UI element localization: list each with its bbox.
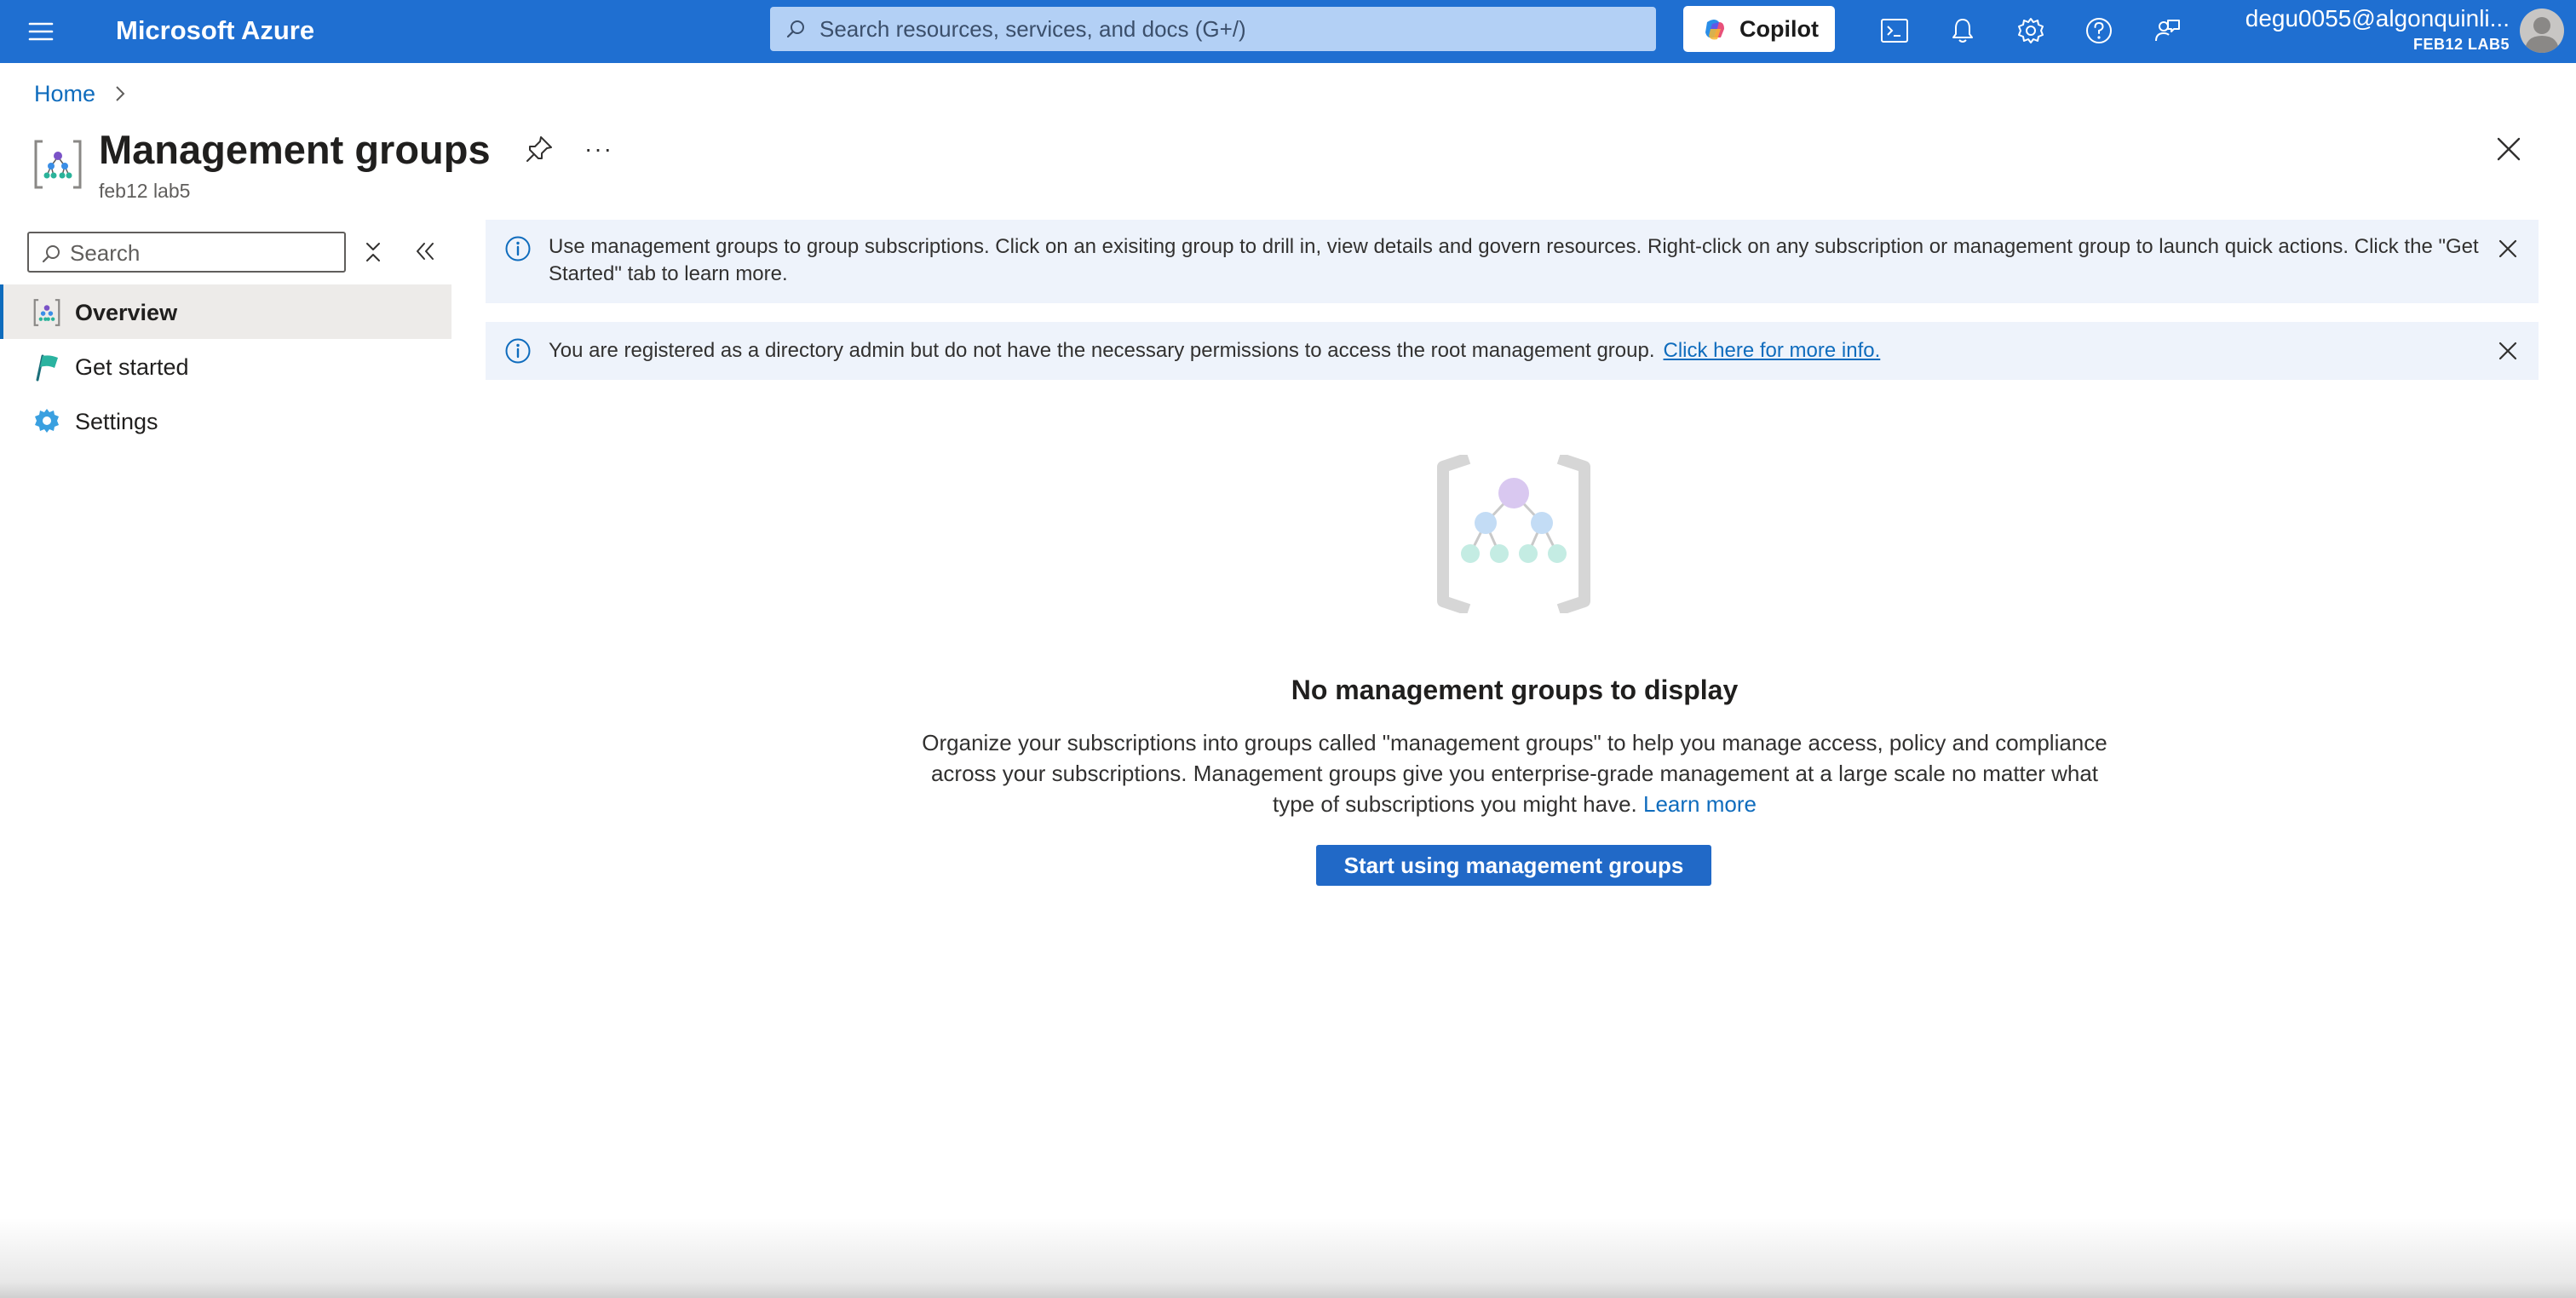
sidebar-item-overview[interactable]: Overview <box>0 284 451 339</box>
feedback-icon[interactable] <box>2148 12 2186 49</box>
gear-icon[interactable] <box>2012 12 2050 49</box>
banner-text-row: You are registered as a directory admin … <box>549 337 2499 365</box>
management-groups-icon <box>33 299 60 326</box>
account-tenant: FEB12 LAB5 <box>2412 36 2510 53</box>
nav-search-input[interactable]: Search <box>27 232 346 273</box>
info-icon <box>505 236 531 261</box>
breadcrumb-home-link[interactable]: Home <box>34 81 95 107</box>
copilot-button[interactable]: Copilot <box>1683 6 1835 52</box>
page-title: Management groups <box>99 127 491 172</box>
banner-text: Use management groups to group subscript… <box>549 235 2479 285</box>
bell-icon[interactable] <box>1944 12 1981 49</box>
menu-icon[interactable] <box>26 16 56 47</box>
top-navigation-bar: Microsoft Azure Search resources, servic… <box>0 0 2576 63</box>
breadcrumb: Home <box>34 78 126 109</box>
bottom-shadow <box>0 1218 2576 1298</box>
management-groups-icon <box>32 138 83 195</box>
help-icon[interactable] <box>2080 12 2118 49</box>
sidebar-item-label: Settings <box>75 409 158 434</box>
close-icon[interactable] <box>2498 238 2518 259</box>
sidebar-item-get-started[interactable]: Get started <box>0 339 451 393</box>
account-menu[interactable]: degu0055@algonquinli... FEB12 LAB5 <box>2245 2 2510 53</box>
close-icon[interactable] <box>2498 341 2518 361</box>
nav-search-placeholder: Search <box>70 240 141 266</box>
double-chevron-left-icon[interactable] <box>414 240 436 267</box>
search-icon <box>786 20 804 38</box>
search-icon <box>42 245 60 263</box>
brand-name[interactable]: Microsoft Azure <box>116 14 314 48</box>
learn-more-link[interactable]: Learn more <box>1643 791 1757 817</box>
copilot-label: Copilot <box>1739 16 1819 42</box>
collapse-all-icon[interactable] <box>363 240 383 268</box>
more-info-link[interactable]: Click here for more info. <box>1664 339 1881 362</box>
empty-state-description: Organize your subscriptions into groups … <box>918 727 2111 819</box>
global-search-input[interactable]: Search resources, services, and docs (G+… <box>770 7 1656 51</box>
banner-text: You are registered as a directory admin … <box>549 339 1655 362</box>
copilot-icon <box>1705 20 1724 40</box>
management-groups-illustration-icon <box>1431 452 1596 617</box>
account-name: degu0055@algonquinli... <box>2245 5 2510 32</box>
more-options-button[interactable]: ··· <box>584 136 613 162</box>
info-banner-management-groups: Use management groups to group subscript… <box>486 220 2539 303</box>
sidebar-item-label: Overview <box>75 300 178 325</box>
chevron-right-icon <box>116 86 125 101</box>
avatar[interactable] <box>2520 9 2564 53</box>
cloud-shell-icon[interactable] <box>1876 12 1913 49</box>
pin-icon[interactable] <box>525 135 554 168</box>
sidebar-item-settings[interactable]: Settings <box>0 393 451 448</box>
info-banner-permissions: You are registered as a directory admin … <box>486 322 2539 380</box>
empty-state-description-text: Organize your subscriptions into groups … <box>922 730 2107 817</box>
search-placeholder: Search resources, services, and docs (G+… <box>819 16 1246 42</box>
page-subtitle: feb12 lab5 <box>99 180 191 202</box>
sidebar-item-label: Get started <box>75 354 189 380</box>
empty-state-title: No management groups to display <box>1291 675 1739 705</box>
info-icon <box>505 338 531 364</box>
close-icon[interactable] <box>2496 136 2521 166</box>
gear-icon <box>35 409 59 433</box>
flag-icon <box>36 354 58 382</box>
start-using-management-groups-button[interactable]: Start using management groups <box>1316 845 1711 886</box>
